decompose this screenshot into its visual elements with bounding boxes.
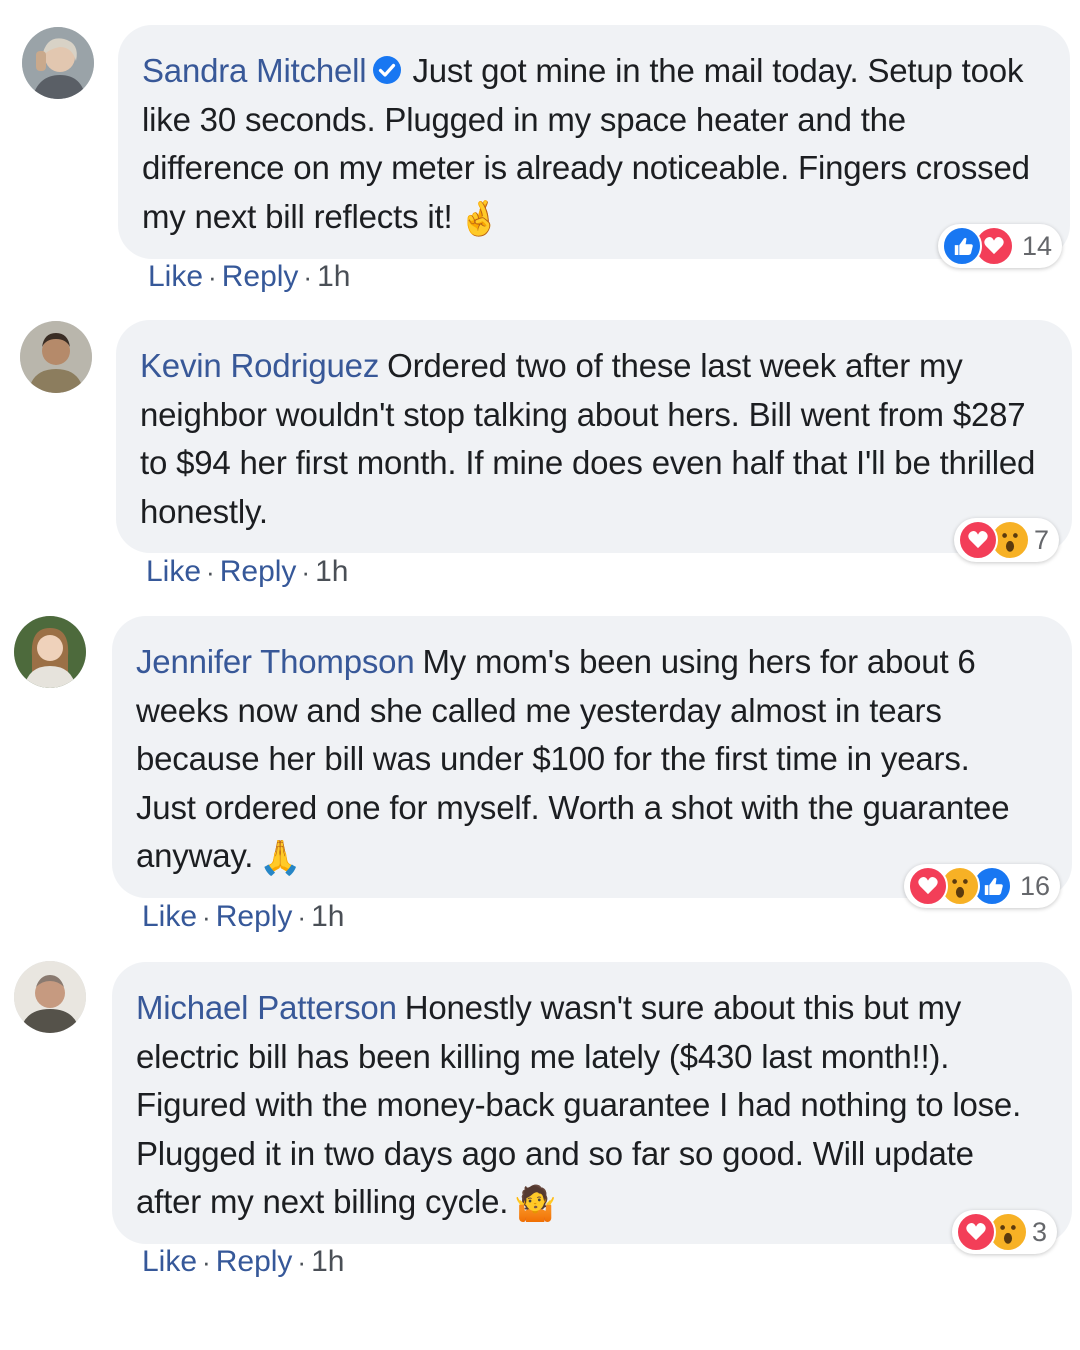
shrug-emoji: 🤷: [514, 1185, 557, 1223]
reply-link[interactable]: Reply: [216, 900, 293, 934]
author-name[interactable]: Michael Patterson: [136, 989, 397, 1026]
reaction-summary[interactable]: 3: [952, 1210, 1058, 1254]
separator: ·: [202, 1247, 211, 1277]
reaction-summary[interactable]: 14: [938, 224, 1063, 268]
avatar[interactable]: [22, 27, 94, 99]
reply-link[interactable]: Reply: [222, 260, 299, 294]
like-link[interactable]: Like: [142, 900, 197, 934]
avatar[interactable]: [14, 616, 86, 688]
author-name[interactable]: Sandra Mitchell: [142, 52, 367, 89]
love-reaction-icon: [958, 520, 998, 560]
verified-badge-icon: [373, 56, 402, 84]
avatar[interactable]: [14, 961, 86, 1033]
comment-bubble: Sandra Mitchell Just got mine in the mail…: [118, 25, 1070, 259]
like-link[interactable]: Like: [146, 555, 201, 589]
reaction-summary[interactable]: 7: [954, 518, 1060, 562]
like-link[interactable]: Like: [148, 260, 203, 294]
comment-bubble: Kevin Rodriguez Ordered two of these last…: [116, 320, 1072, 553]
timestamp[interactable]: 1h: [311, 1245, 344, 1279]
love-reaction-icon: [956, 1212, 996, 1252]
like-reaction-icon: [942, 226, 982, 266]
timestamp[interactable]: 1h: [311, 900, 344, 934]
separator: ·: [301, 557, 311, 587]
reply-link[interactable]: Reply: [220, 555, 297, 589]
comment-actions: Like · Reply · 1h: [142, 1245, 344, 1279]
reaction-count: 7: [1034, 524, 1050, 555]
love-reaction-icon: [908, 866, 948, 906]
folded-hands-emoji: 🙏: [259, 839, 302, 877]
timestamp[interactable]: 1h: [315, 555, 348, 589]
separator: ·: [208, 262, 217, 292]
separator: ·: [297, 902, 307, 932]
comment-bubble: Jennifer Thompson My mom's been using her…: [112, 616, 1072, 898]
reaction-count: 14: [1022, 230, 1053, 261]
comment-actions: Like · Reply · 1h: [148, 260, 350, 294]
separator: ·: [297, 1247, 307, 1277]
author-name[interactable]: Jennifer Thompson: [136, 643, 415, 680]
separator: ·: [303, 262, 313, 292]
reaction-summary[interactable]: 16: [904, 864, 1061, 908]
separator: ·: [206, 557, 215, 587]
comment-actions: Like · Reply · 1h: [142, 900, 344, 934]
author-name[interactable]: Kevin Rodriguez: [140, 347, 379, 384]
comment-actions: Like · Reply · 1h: [146, 555, 348, 589]
reply-link[interactable]: Reply: [216, 1245, 293, 1279]
timestamp[interactable]: 1h: [317, 260, 350, 294]
fingers-crossed-emoji: 🤞: [458, 199, 501, 238]
like-link[interactable]: Like: [142, 1245, 197, 1279]
avatar[interactable]: [20, 321, 92, 393]
reaction-count: 3: [1032, 1216, 1048, 1247]
comment-bubble: Michael Patterson Honestly wasn't sure ab…: [112, 962, 1072, 1244]
separator: ·: [202, 902, 211, 932]
reaction-count: 16: [1020, 870, 1051, 901]
